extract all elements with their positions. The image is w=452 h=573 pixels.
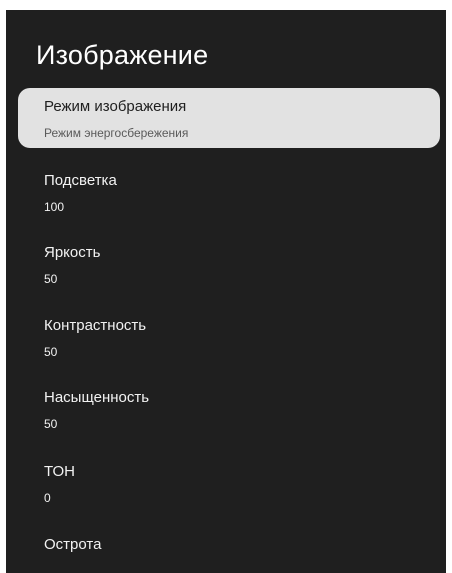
setting-value: 0 (44, 491, 51, 505)
setting-picture-mode[interactable]: Режим изображения Режим энергосбережения (18, 88, 440, 148)
page-title: Изображение (36, 40, 209, 70)
setting-label: Насыщенность (44, 389, 150, 406)
setting-value: 50 (44, 345, 58, 359)
setting-label: Режим изображения (44, 98, 187, 115)
setting-label: Яркость (44, 244, 101, 261)
setting-value: Режим энергосбережения (44, 126, 189, 140)
setting-label: Подсветка (44, 172, 117, 189)
setting-label: Контрастность (44, 317, 147, 334)
setting-value: 50 (44, 417, 58, 431)
setting-value: 50 (44, 272, 58, 286)
setting-label: Острота (44, 536, 102, 553)
setting-brightness[interactable]: Яркость 50 (18, 234, 440, 294)
setting-sharpness[interactable]: Острота (18, 526, 440, 573)
setting-value: 100 (44, 200, 65, 214)
setting-backlight[interactable]: Подсветка 100 (18, 162, 440, 222)
picture-settings-panel: Изображение Режим изображения Режим энер… (6, 10, 446, 573)
setting-label: ТОН (44, 463, 75, 480)
setting-saturation[interactable]: Насыщенность 50 (18, 379, 440, 439)
setting-contrast[interactable]: Контрастность 50 (18, 307, 440, 367)
setting-tone[interactable]: ТОН 0 (18, 453, 440, 513)
